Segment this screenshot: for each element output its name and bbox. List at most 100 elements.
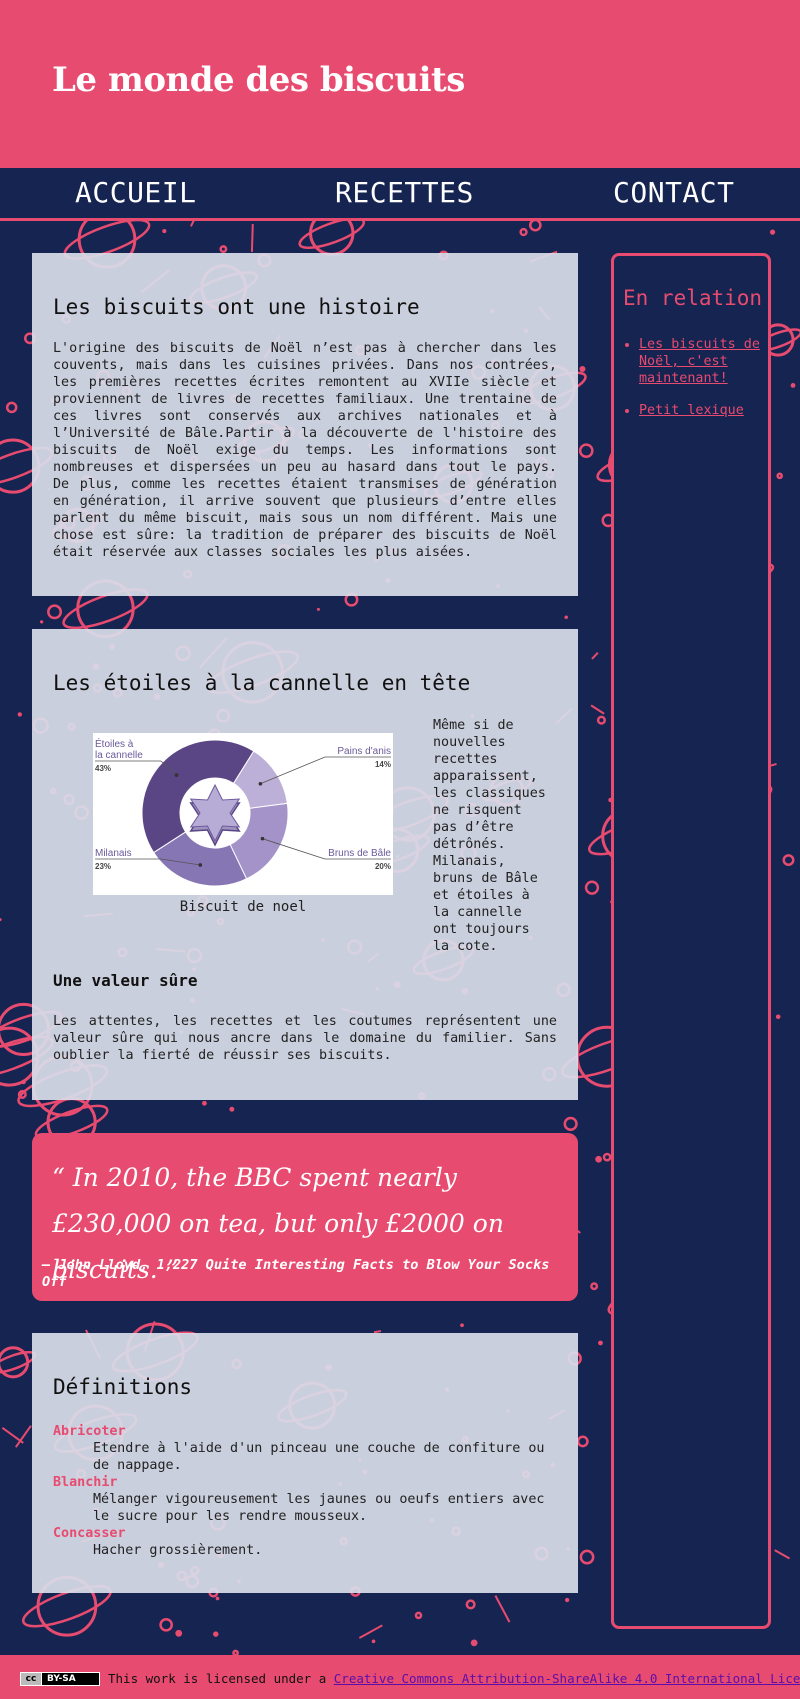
pie-label: Étoiles à [95, 737, 134, 750]
article-history: Les biscuits ont une histoire L'origine … [32, 253, 578, 596]
pattern-dot [215, 1596, 220, 1601]
pattern-ring [465, 1599, 476, 1610]
pattern-dot [769, 229, 776, 235]
quote-box: “ In 2010, the BBC spent nearly £230,000… [32, 1133, 578, 1301]
pattern-ring [776, 472, 784, 480]
cc-badge-cc: cc [21, 1673, 42, 1685]
main-nav: ACCUEIL RECETTES CONTACT [0, 168, 800, 221]
pattern-dot [564, 615, 568, 620]
pattern-ring [159, 1617, 174, 1632]
definition-text: Etendre à l'aide d'un pinceau une couche… [93, 1441, 545, 1473]
pattern-ring [576, 1435, 589, 1448]
pattern-dot [175, 1629, 183, 1637]
pattern-ring [519, 227, 528, 237]
pattern-line [494, 1595, 511, 1623]
pattern-line [591, 652, 599, 660]
article-cinnamon-body: Même si de nouvelles recettes apparaisse… [433, 718, 546, 954]
license-text: This work is licensed under a Creative C… [108, 1671, 800, 1686]
figure-caption: Biscuit de noel [179, 899, 307, 915]
pattern-line [774, 1549, 791, 1560]
pie-label: Milanais [95, 848, 132, 859]
definition-term: Concasser [53, 1526, 126, 1541]
pattern-ring [596, 715, 606, 725]
pattern-dot [229, 1106, 235, 1112]
pattern-ring [414, 1611, 423, 1620]
pattern-dot [579, 366, 586, 373]
site-header: Le monde des biscuits [0, 0, 800, 168]
pie-label: Pains d'anis [337, 746, 391, 757]
pattern-dot [201, 1100, 207, 1106]
pattern-ring [590, 1282, 599, 1291]
sidebar-title: En relation [623, 286, 763, 310]
pie-value-label: 43% [95, 764, 111, 773]
pattern-ring [584, 880, 600, 895]
pattern-dot [790, 383, 796, 388]
definitions-list: Abricoter Etendre à l'aide d'un pinceau … [53, 1423, 553, 1559]
sidebar-item: Petit lexique [639, 402, 762, 419]
pattern-ring [219, 245, 228, 254]
pattern-line [250, 224, 254, 252]
pattern-dot [598, 1340, 603, 1346]
quote-source: – John Lloyd, 1,227 Quite Interesting Fa… [42, 1257, 550, 1290]
pattern-dot [316, 607, 320, 611]
sidebar-link-lexique[interactable]: Petit lexique [639, 403, 744, 418]
pattern-dot [371, 1639, 376, 1644]
definition-term: Abricoter [53, 1424, 126, 1439]
chart-figure: Étoiles à la cannelle 43% Pains d'anis 14% Br… [93, 733, 393, 895]
pattern-line [190, 221, 195, 227]
pattern-dot [470, 1639, 478, 1647]
nav-contact[interactable]: CONTACT [613, 176, 735, 209]
nav-accueil[interactable]: ACCUEIL [75, 176, 197, 209]
article-history-title: Les biscuits ont une histoire [53, 295, 420, 319]
pie-label: la cannelle [95, 750, 143, 761]
definition-text: Mélanger vigoureusement les jaunes ou oe… [93, 1492, 545, 1524]
nav-recettes[interactable]: RECETTES [335, 176, 474, 209]
pie-leader-dot [198, 863, 203, 867]
pattern-dot [775, 1014, 781, 1020]
site-title: Le monde des biscuits [52, 60, 465, 100]
pattern-line [590, 704, 605, 715]
definitions-title: Définitions [53, 1375, 193, 1399]
pattern-dot [460, 1323, 464, 1328]
definition-text: Hacher grossièrement. [93, 1543, 263, 1558]
article-cinnamon-title: Les étoiles à la cannelle en tête [53, 671, 471, 695]
pattern-ring [602, 1152, 612, 1162]
pattern-ring [782, 854, 795, 867]
pie-leader-dot [260, 836, 265, 841]
pattern-ring [578, 443, 594, 459]
pattern-dot [0, 918, 2, 922]
pie-value-label: 14% [375, 760, 391, 769]
pie-value-label: 20% [375, 862, 391, 871]
pattern-dot [40, 620, 44, 624]
license-link[interactable]: Creative Commons Attribution-ShareAlike … [334, 1671, 800, 1686]
pattern-dot [564, 1597, 570, 1603]
pie-slice [141, 739, 255, 854]
pattern-dot [595, 1155, 602, 1163]
pattern-ring [528, 221, 542, 232]
cc-license-badge[interactable]: cc BY-SA [20, 1672, 100, 1686]
article-cinnamon: Les étoiles à la cannelle en tête Étoile… [32, 629, 578, 1100]
article-history-body: L'origine des biscuits de Noël n’est pas… [53, 341, 557, 560]
pattern-ring [579, 1549, 595, 1565]
pattern-line [14, 1425, 32, 1448]
sidebar-link-biscuits[interactable]: Les biscuits de Noël, c'est maintenant! [639, 337, 760, 386]
pie-leader-dot [174, 773, 179, 777]
cc-badge-by: BY-SA [47, 1674, 76, 1684]
pattern-dot [213, 1631, 219, 1637]
article-cinnamon-subtitle: Une valeur sûre [53, 971, 198, 990]
biscuit-pie-chart: Étoiles àla cannelle 43% Pains d'anis 14% Br… [95, 737, 391, 887]
pattern-planet-ring [298, 221, 366, 250]
pattern-line [358, 1624, 383, 1639]
definitions-card: Définitions Abricoter Etendre à l'aide d… [32, 1333, 578, 1593]
definition-term: Blanchir [53, 1475, 118, 1490]
sidebar: En relation Les biscuits de Noël, c'est … [611, 253, 771, 1629]
footer: cc BY-SA This work is licensed under a Cr… [0, 1655, 800, 1699]
sidebar-links: Les biscuits de Noël, c'est maintenant! … [614, 336, 762, 434]
pattern-ring [47, 604, 63, 620]
pie-leader-dot [258, 781, 263, 786]
pattern-dot [162, 229, 167, 234]
license-prefix: This work is licensed under a [108, 1671, 327, 1686]
pie-label: Bruns de Bâle [328, 848, 391, 859]
pattern-dot [17, 712, 22, 717]
pattern-ring [5, 401, 18, 414]
